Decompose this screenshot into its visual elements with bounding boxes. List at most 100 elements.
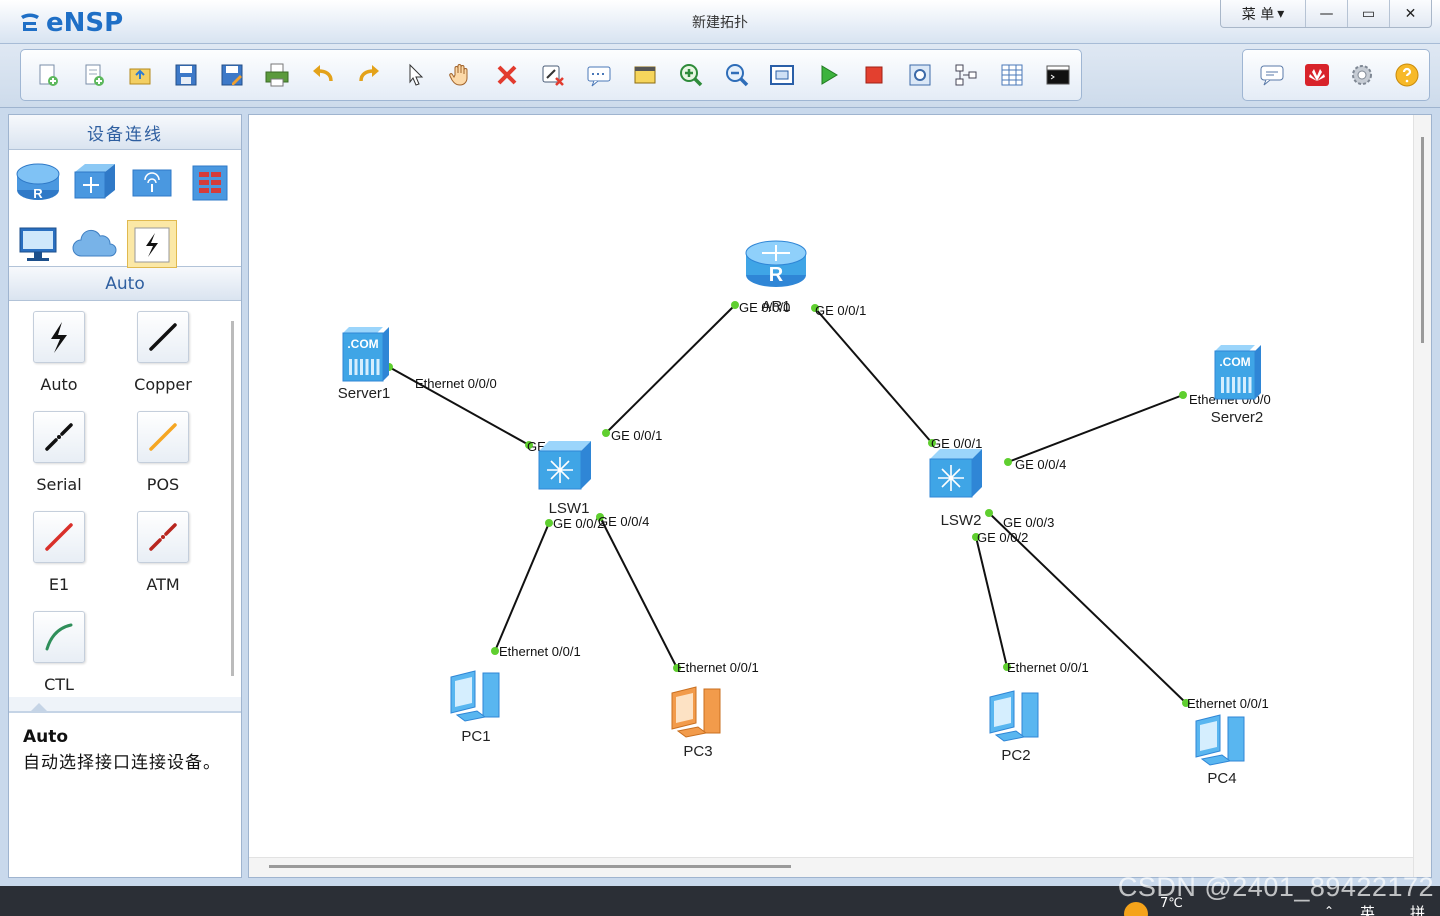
redo-button[interactable]: [346, 55, 392, 95]
link-lsw2-server2[interactable]: GE 0/0/4Ethernet 0/0/0: [1004, 391, 1271, 472]
open-button[interactable]: [117, 55, 163, 95]
port-label: Ethernet 0/0/1: [677, 660, 759, 675]
fit-view-button[interactable]: [760, 55, 806, 95]
port-status-dot: [1004, 458, 1012, 466]
minimize-button[interactable]: —: [1305, 0, 1347, 27]
save-as-icon: [221, 64, 243, 86]
device-server1[interactable]: .COM: [342, 327, 389, 382]
cable-atm[interactable]: ATM: [113, 511, 213, 601]
maximize-button[interactable]: ▭: [1347, 0, 1389, 27]
settings-gear-button[interactable]: [1339, 55, 1384, 95]
link-lsw1-pc3[interactable]: GE 0/0/4 Ethernet 0/0/1: [596, 513, 759, 675]
select-pointer-button[interactable]: [392, 55, 438, 95]
delete-all-links-button[interactable]: [530, 55, 576, 95]
save-as-button[interactable]: [209, 55, 255, 95]
cable-auto[interactable]: Auto: [9, 311, 109, 401]
ime-mode[interactable]: 拼: [1410, 902, 1425, 916]
huawei-button[interactable]: [1294, 55, 1339, 95]
cable-ctl[interactable]: CTL: [9, 611, 109, 701]
device-lsw2[interactable]: [929, 449, 982, 498]
cable-icon-box: [137, 311, 189, 363]
aux-toolbar: [1242, 49, 1430, 101]
menu-arrow-icon: ▾: [1277, 5, 1285, 22]
link-line[interactable]: [605, 304, 736, 434]
undo-button[interactable]: [300, 55, 346, 95]
close-button[interactable]: ✕: [1389, 0, 1431, 27]
zoom-in-button[interactable]: [668, 55, 714, 95]
stop-device-button[interactable]: [851, 55, 897, 95]
port-label: GE 0/0/1: [815, 303, 866, 318]
title-bar: eNSP 新建拓扑 菜 单 ▾ — ▭ ✕: [0, 0, 1440, 44]
capture-button[interactable]: [897, 55, 943, 95]
device-ar1[interactable]: R: [745, 240, 807, 287]
device-pc3[interactable]: [671, 686, 721, 738]
cable-icon-box: [33, 311, 85, 363]
panel-scrollbar[interactable]: [231, 321, 234, 676]
tray-expand-icon[interactable]: ⌃: [1324, 904, 1334, 916]
topology-canvas[interactable]: GE 0/0/0 GE 0/0/1 GE 0/0/1 GE 0/0/1 Ethernet…: [248, 114, 1432, 878]
port-label: GE 0/0/4: [1015, 457, 1066, 472]
port-label: Ethernet 0/0/1: [499, 644, 581, 659]
switch-icon: [74, 164, 115, 199]
watermark: CSDN @2401_89422172: [1117, 872, 1434, 902]
topology-button[interactable]: [943, 55, 989, 95]
delete-button[interactable]: [484, 55, 530, 95]
category-switch[interactable]: [69, 158, 119, 206]
palette-button[interactable]: [622, 55, 668, 95]
h-scrollbar[interactable]: [269, 865, 791, 868]
category-cloud[interactable]: [69, 220, 119, 268]
link-ar1-lsw2[interactable]: GE 0/0/1 GE 0/0/1: [811, 303, 982, 451]
cable-e1[interactable]: E1: [9, 511, 109, 601]
category-pc[interactable]: [13, 220, 63, 268]
app-name: eNSP: [46, 8, 124, 38]
link-line[interactable]: [1007, 394, 1184, 463]
grid-button[interactable]: [989, 55, 1035, 95]
v-scrollbar[interactable]: [1421, 137, 1424, 343]
stop-device-icon: [865, 66, 883, 84]
cable-serial[interactable]: Serial: [9, 411, 109, 501]
new-example-button[interactable]: [71, 55, 117, 95]
settings-gear-icon: [1351, 65, 1372, 85]
device-pc4[interactable]: [1195, 714, 1245, 766]
link-line[interactable]: [599, 516, 678, 669]
cable-serial-icon: [45, 423, 73, 451]
cable-copper-icon: [149, 323, 177, 351]
router-icon: R: [16, 163, 60, 201]
link-line[interactable]: [975, 536, 1008, 668]
cable-pos[interactable]: POS: [113, 411, 213, 501]
category-router[interactable]: R: [13, 158, 63, 206]
pan-hand-button[interactable]: [438, 55, 484, 95]
cable-copper[interactable]: Copper: [113, 311, 213, 401]
category-cable-auto[interactable]: [127, 220, 177, 268]
print-button[interactable]: [255, 55, 301, 95]
console-button[interactable]: [1035, 55, 1081, 95]
console-icon: [1046, 65, 1070, 85]
pc-icon: [19, 227, 57, 261]
cable-auto-icon: [51, 322, 67, 353]
new-topology-button[interactable]: [25, 55, 71, 95]
text-note-button[interactable]: [576, 55, 622, 95]
chat-button[interactable]: [1249, 55, 1294, 95]
device-server2[interactable]: .COM: [1214, 345, 1261, 400]
device-pc2[interactable]: [989, 690, 1039, 742]
save-button[interactable]: [163, 55, 209, 95]
cable-icon-box: [137, 511, 189, 563]
cable-label: E1: [48, 575, 70, 594]
link-ar1-lsw1[interactable]: GE 0/0/0GE 0/0/1: [602, 300, 790, 443]
link-server1-lsw1[interactable]: Ethernet 0/0/0GE 0/0/3: [385, 363, 578, 454]
link-line[interactable]: [494, 522, 550, 652]
device-label: PC4: [1207, 770, 1236, 787]
start-device-button[interactable]: [805, 55, 851, 95]
panel-header: 设备连线: [9, 115, 241, 150]
help-button[interactable]: [1384, 55, 1429, 95]
link-lsw1-pc1[interactable]: GE 0/0/2Ethernet 0/0/1: [491, 516, 604, 659]
device-lsw1[interactable]: [538, 441, 591, 490]
menu-button[interactable]: 菜 单 ▾: [1221, 0, 1305, 27]
category-firewall[interactable]: [185, 158, 235, 206]
zoom-out-button[interactable]: [714, 55, 760, 95]
ime-lang[interactable]: 英: [1360, 902, 1375, 916]
print-icon: [265, 63, 289, 87]
link-line[interactable]: [814, 307, 933, 444]
category-wireless[interactable]: [127, 158, 177, 206]
device-pc1[interactable]: [450, 670, 500, 722]
